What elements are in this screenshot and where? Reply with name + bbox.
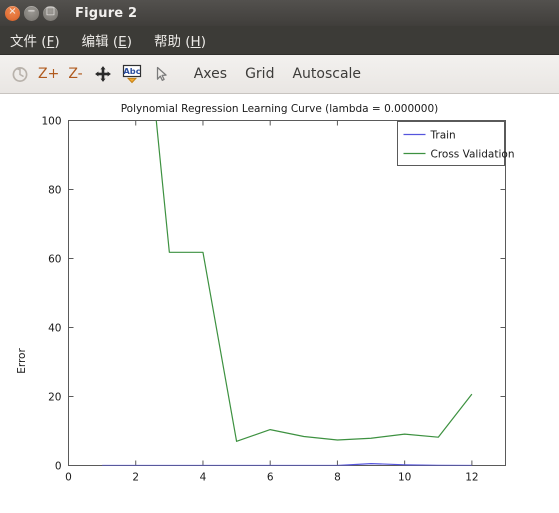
window-titlebar: × − □ Figure 2: [0, 0, 559, 26]
toolbar: Z+ Z- Abc Axes Grid Autoscale: [0, 55, 559, 94]
svg-text:10: 10: [398, 472, 411, 484]
text-tool-button[interactable]: Abc: [119, 61, 145, 87]
window-close-button[interactable]: ×: [5, 5, 20, 21]
zoom-out-button[interactable]: Z-: [68, 66, 82, 82]
autoscale-button[interactable]: Autoscale: [292, 66, 361, 82]
reset-view-icon: [12, 67, 28, 82]
menu-item-help-tail: ): [200, 34, 206, 50]
menu-item-edit-accel: E: [118, 34, 127, 50]
close-icon: ×: [8, 6, 17, 17]
figure-canvas[interactable]: Polynomial Regression Learning Curve (la…: [0, 94, 559, 513]
svg-text:60: 60: [48, 254, 61, 266]
svg-text:100: 100: [41, 116, 61, 128]
svg-text:40: 40: [48, 323, 61, 335]
text-abc-icon: Abc: [122, 64, 141, 84]
window-maximize-button[interactable]: □: [43, 5, 58, 21]
svg-text:Train: Train: [430, 130, 456, 142]
figure-window: × − □ Figure 2 文件 (F) 编辑 (E) 帮助 (H) Z+ Z…: [0, 0, 559, 513]
plot-frame: [68, 120, 506, 466]
reset-view-button[interactable]: [7, 61, 33, 87]
menubar: 文件 (F) 编辑 (E) 帮助 (H): [0, 26, 559, 55]
pan-button[interactable]: [90, 61, 116, 87]
menu-item-edit-label: 编辑 (: [81, 34, 119, 50]
svg-text:Abc: Abc: [123, 66, 140, 76]
menu-item-file-label: 文件 (: [10, 34, 47, 50]
menu-item-file[interactable]: 文件 (F): [10, 30, 60, 50]
svg-text:0: 0: [65, 472, 72, 484]
learning-curve-plot[interactable]: 0 2 4 6 8 10 12 0 20 40 60 80 100 Train Cross Validat…: [0, 94, 559, 513]
svg-text:4: 4: [200, 472, 207, 484]
svg-text:12: 12: [465, 472, 478, 484]
svg-text:20: 20: [48, 392, 61, 404]
maximize-icon: □: [45, 6, 56, 17]
svg-text:2: 2: [132, 472, 139, 484]
axes-button[interactable]: Axes: [194, 66, 227, 82]
svg-text:8: 8: [334, 472, 341, 484]
select-tool-button[interactable]: [148, 61, 174, 87]
window-title: Figure 2: [75, 5, 138, 21]
menu-item-edit-tail: ): [126, 34, 132, 50]
svg-text:Cross Validation: Cross Validation: [431, 149, 515, 161]
menu-item-help-accel: H: [190, 34, 201, 50]
menu-item-help-label: 帮助 (: [153, 34, 191, 50]
menu-item-help[interactable]: 帮助 (H): [154, 30, 206, 50]
move-pan-icon: [94, 66, 111, 82]
legend[interactable]: Train Cross Validation: [397, 121, 515, 166]
svg-text:6: 6: [267, 472, 274, 484]
pointer-select-icon: [156, 66, 167, 81]
menu-item-edit[interactable]: 编辑 (E): [82, 30, 132, 50]
svg-text:0: 0: [55, 461, 62, 473]
grid-button[interactable]: Grid: [245, 66, 274, 82]
minimize-icon: −: [27, 6, 36, 17]
window-minimize-button[interactable]: −: [24, 5, 39, 21]
svg-text:80: 80: [48, 185, 61, 197]
menu-item-file-tail: ): [54, 34, 60, 50]
zoom-in-button[interactable]: Z+: [38, 66, 59, 82]
y-axis-label: Error: [16, 348, 28, 374]
